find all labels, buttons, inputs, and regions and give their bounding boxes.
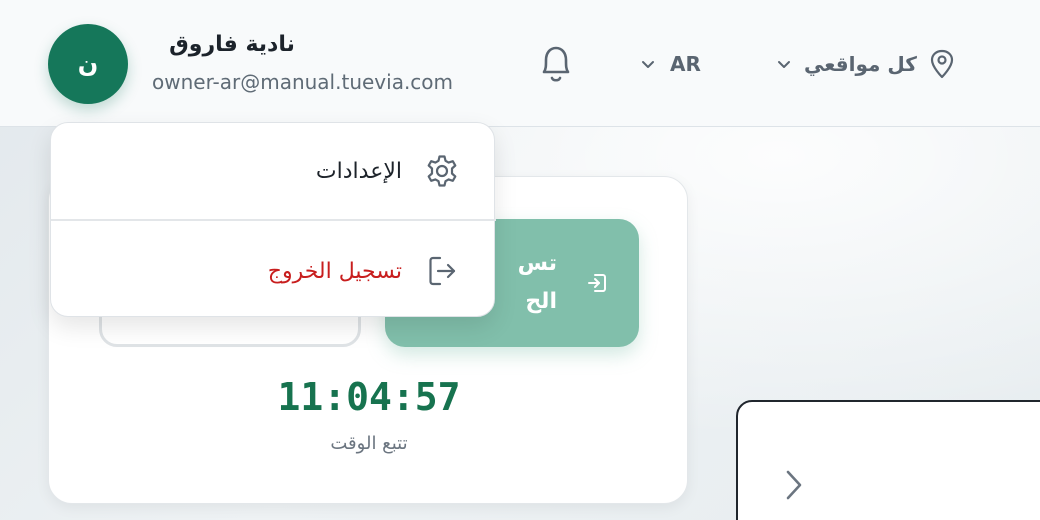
logout-icon	[429, 256, 456, 286]
login-icon	[588, 274, 606, 292]
clock-label: تتبع الوقت	[330, 433, 408, 454]
user-menu-dropdown: الإعدادات تسجيل الخروج	[50, 122, 496, 319]
avatar-initial: ن	[77, 50, 99, 78]
chevron-down-icon	[778, 61, 790, 68]
top-bar: ن نادية فاروق owner-ar@manual.tuevia.com…	[0, 0, 1040, 127]
chevron-down-icon	[642, 61, 654, 68]
chevron-right-icon[interactable]	[782, 468, 806, 502]
side-card[interactable]	[736, 400, 1040, 520]
map-pin-icon	[930, 49, 953, 79]
menu-divider	[51, 219, 496, 221]
user-email: owner-ar@manual.tuevia.com	[152, 70, 454, 94]
language-selector[interactable]: AR	[640, 50, 701, 78]
menu-item-settings[interactable]: الإعدادات	[51, 123, 496, 219]
bell-icon[interactable]	[536, 42, 576, 86]
clock-time: 11:04:57	[277, 375, 461, 419]
logout-label: تسجيل الخروج	[267, 258, 402, 284]
user-name: نادية فاروق	[169, 32, 295, 57]
settings-label: الإعدادات	[315, 158, 402, 184]
menu-item-logout[interactable]: تسجيل الخروج	[51, 223, 496, 319]
gear-icon	[427, 155, 457, 187]
user-avatar[interactable]: ن	[48, 24, 128, 104]
language-label: AR	[670, 52, 701, 76]
location-label: كل مواقعي	[804, 52, 917, 76]
location-selector[interactable]: كل مواقعي	[776, 48, 955, 80]
